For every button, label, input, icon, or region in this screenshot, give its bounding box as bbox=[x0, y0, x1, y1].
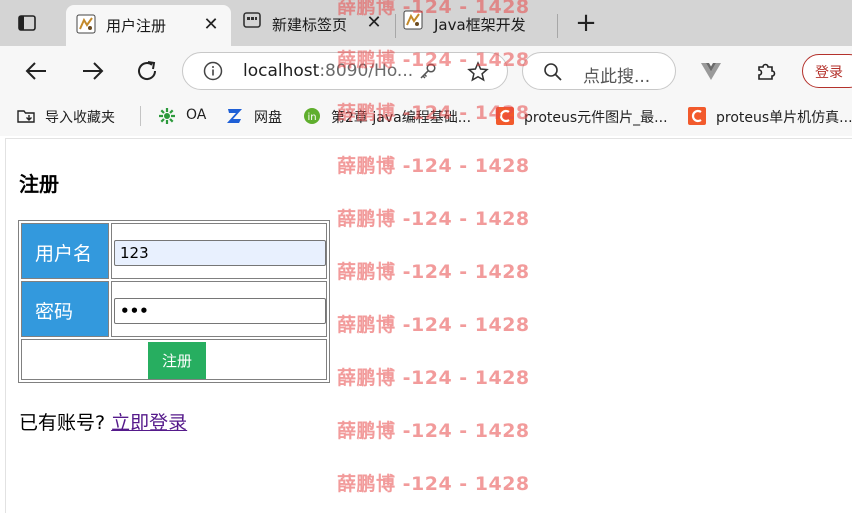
bookmark-label: OA bbox=[186, 107, 207, 123]
favorite-star-icon[interactable] bbox=[467, 61, 489, 83]
tab-title: 新建标签页 bbox=[272, 16, 348, 34]
back-arrow-icon[interactable] bbox=[24, 58, 50, 84]
tab-separator bbox=[557, 14, 558, 38]
bookmark-label: 网盘 bbox=[254, 110, 282, 126]
bookmark-separator bbox=[140, 106, 141, 126]
import-folder-icon bbox=[17, 110, 35, 123]
page-viewport: 注册 用户名 密码 注册 已有账号? 立即登录 bbox=[5, 138, 852, 513]
bookmark-label: proteus元件图片_最... bbox=[524, 110, 668, 126]
page-title: 注册 bbox=[19, 172, 59, 196]
bookmark-label: 导入收藏夹 bbox=[45, 110, 115, 126]
password-input-cell bbox=[111, 281, 327, 337]
login-prompt: 已有账号? 立即登录 bbox=[19, 408, 187, 435]
tomcat-favicon bbox=[403, 10, 423, 30]
bookmark-proteus-mcu[interactable]: proteus单片机仿真... bbox=[688, 106, 852, 126]
search-placeholder: 点此搜... bbox=[583, 67, 651, 87]
tab-strip: 用户注册 ✕ 新建标签页 ✕ Java框架开发 + bbox=[0, 0, 852, 46]
submit-cell: 注册 bbox=[21, 339, 327, 380]
username-input-cell bbox=[111, 223, 327, 279]
bookmark-proteus-parts[interactable]: proteus元件图片_最... bbox=[496, 106, 672, 126]
bookmark-import[interactable]: 导入收藏夹 bbox=[17, 106, 135, 126]
tomcat-favicon bbox=[76, 14, 96, 34]
login-prompt-text: 已有账号? bbox=[19, 412, 106, 434]
username-label-cell: 用户名 bbox=[21, 223, 109, 279]
password-label-cell: 密码 bbox=[21, 281, 109, 337]
browser-toolbar: localhost:8090/Ho... 点此搜... 登录 bbox=[0, 46, 852, 96]
bookmark-label: 第2章 java编程基础... bbox=[331, 110, 472, 126]
username-label: 用户名 bbox=[35, 243, 93, 265]
register-form-table: 用户名 密码 注册 bbox=[18, 220, 330, 383]
svg-text:in: in bbox=[307, 112, 316, 123]
tab-user-register[interactable]: 用户注册 ✕ bbox=[66, 5, 231, 46]
tab-java-framework[interactable]: Java框架开发 bbox=[396, 0, 556, 46]
site-favicon: in bbox=[304, 108, 320, 124]
search-box[interactable]: 点此搜... bbox=[522, 52, 676, 90]
csdn-icon bbox=[496, 107, 514, 125]
close-tab-icon[interactable]: ✕ bbox=[365, 14, 383, 32]
forward-arrow-icon[interactable] bbox=[79, 58, 105, 84]
username-input[interactable] bbox=[114, 240, 326, 266]
password-label: 密码 bbox=[35, 301, 74, 323]
profile-login-button[interactable]: 登录 bbox=[802, 54, 852, 88]
password-input[interactable] bbox=[114, 298, 326, 324]
cloud-drive-icon bbox=[227, 109, 242, 123]
bookmark-label: proteus单片机仿真... bbox=[716, 110, 852, 126]
bookmarks-bar: 导入收藏夹 OA 网盘 in 第2章 java编程基础... proteus元件… bbox=[0, 96, 852, 136]
address-bar[interactable]: localhost:8090/Ho... bbox=[182, 52, 508, 90]
site-info-icon[interactable] bbox=[203, 61, 223, 81]
tab-actions-icon[interactable] bbox=[18, 14, 36, 32]
register-submit-button[interactable]: 注册 bbox=[148, 342, 206, 379]
oa-logo-icon bbox=[159, 108, 175, 124]
tab-new-tab[interactable]: 新建标签页 ✕ bbox=[232, 0, 395, 46]
tab-title: 用户注册 bbox=[106, 17, 167, 35]
new-tab-page-icon bbox=[243, 12, 261, 28]
login-now-link[interactable]: 立即登录 bbox=[111, 412, 187, 434]
tab-title: Java框架开发 bbox=[434, 16, 526, 34]
extensions-puzzle-icon[interactable] bbox=[755, 60, 777, 82]
key-icon[interactable] bbox=[419, 62, 437, 80]
csdn-icon bbox=[688, 107, 706, 125]
reload-icon[interactable] bbox=[134, 58, 160, 84]
url-text[interactable]: localhost:8090/Ho... bbox=[243, 61, 413, 81]
bookmark-oa[interactable]: OA bbox=[158, 106, 210, 126]
vue-devtools-icon[interactable] bbox=[700, 60, 722, 82]
new-tab-plus-icon[interactable]: + bbox=[574, 10, 598, 36]
bookmark-java-chapter[interactable]: in 第2章 java编程基础... bbox=[303, 106, 475, 126]
bookmark-cloud-drive[interactable]: 网盘 bbox=[226, 106, 288, 126]
login-label: 登录 bbox=[815, 65, 843, 81]
search-icon bbox=[544, 63, 562, 81]
close-tab-icon[interactable]: ✕ bbox=[202, 16, 220, 34]
